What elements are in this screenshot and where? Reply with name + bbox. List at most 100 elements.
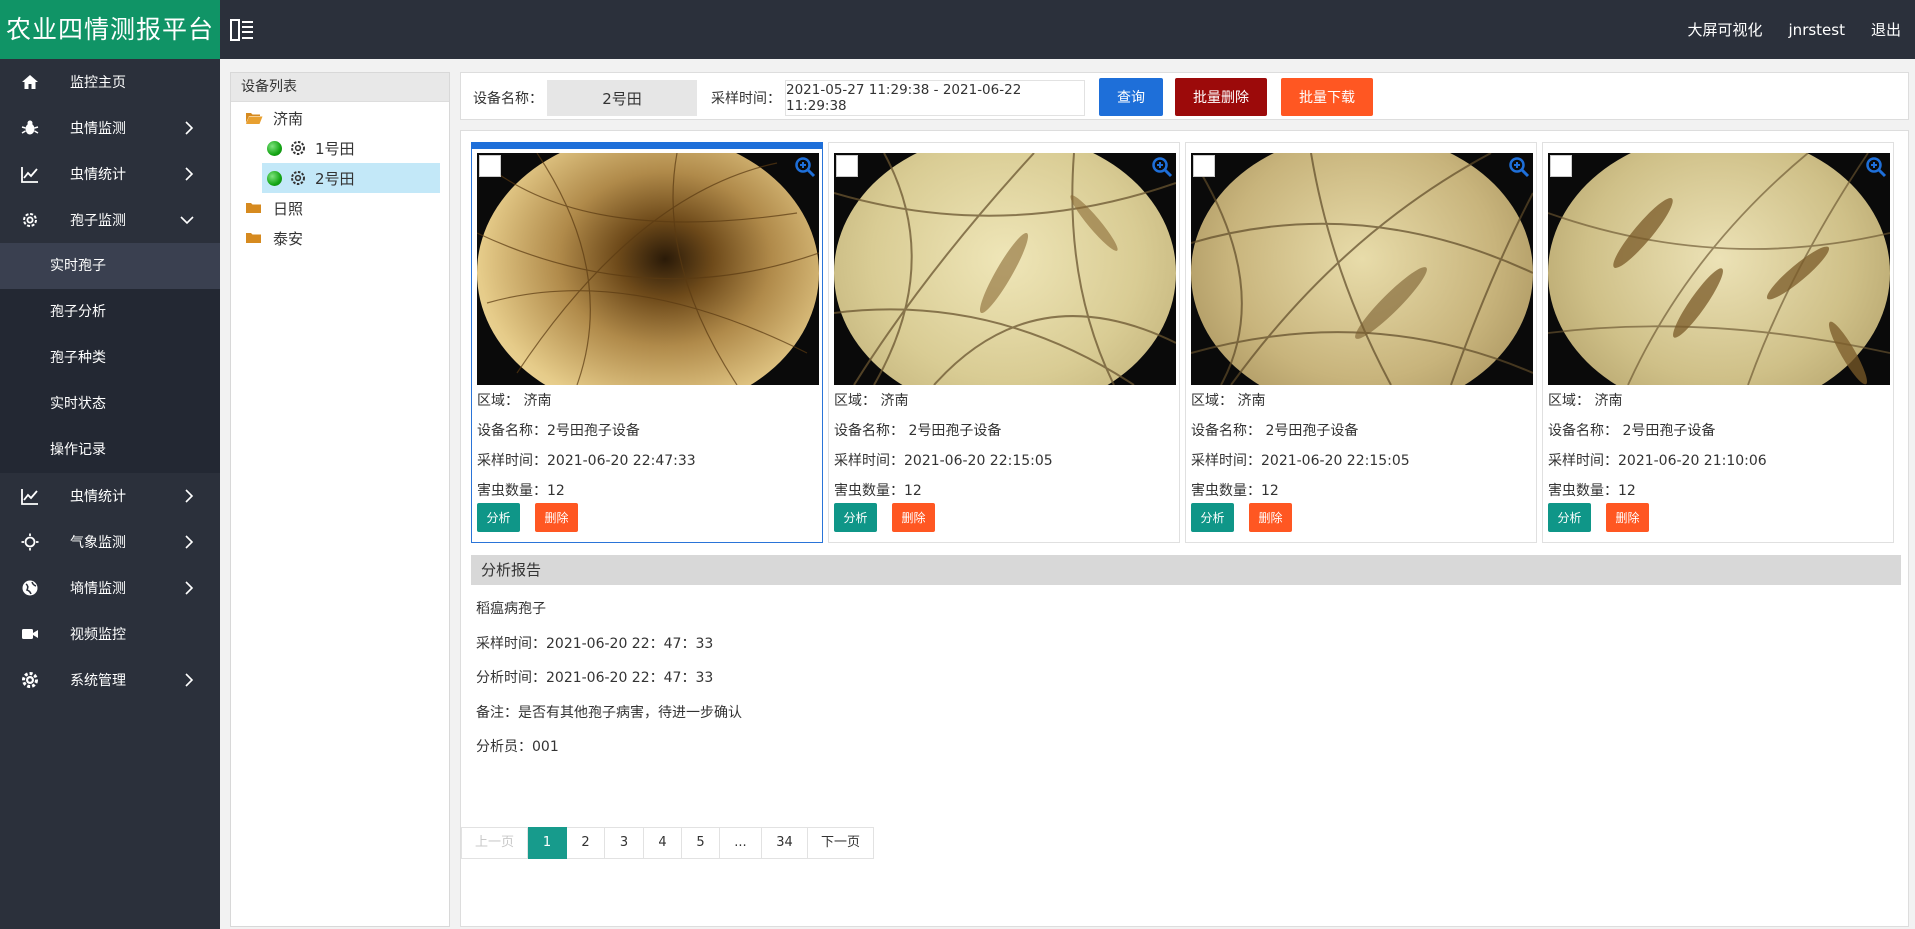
spore-results-panel: 区域： 济南 设备名称：2号田孢子设备 采样时间：2021-06-20 22:4… xyxy=(460,130,1909,927)
spore-fibers xyxy=(834,153,1176,385)
select-checkbox[interactable] xyxy=(836,155,858,177)
sidebar-item-pest-monitor[interactable]: 虫情监测 xyxy=(0,105,220,151)
big-screen-link[interactable]: 大屏可视化 xyxy=(1688,19,1763,40)
sun-icon xyxy=(21,533,39,551)
pagination: 上一页 1 2 3 4 5 ... 34 下一页 xyxy=(461,827,874,859)
folder-icon xyxy=(246,203,261,213)
prev-page-button[interactable]: 上一页 xyxy=(461,827,528,859)
sidebar-subitem-operation-log[interactable]: 操作记录 xyxy=(0,427,220,473)
zoom-in-icon[interactable] xyxy=(1508,156,1530,178)
tree-node-label: 日照 xyxy=(273,199,304,218)
card-region: 区域： 济南 xyxy=(834,393,909,409)
analyze-button[interactable]: 分析 xyxy=(477,503,520,532)
device-gear-icon xyxy=(291,141,305,155)
delete-button[interactable]: 删除 xyxy=(535,503,578,532)
sidebar-item-soil[interactable]: 墒情监测 xyxy=(0,565,220,611)
spore-card[interactable]: 区域： 济南 设备名称：2号田孢子设备 采样时间：2021-06-20 22:4… xyxy=(471,142,823,543)
sidebar-subitem-realtime-spore[interactable]: 实时孢子 xyxy=(0,243,220,289)
sidebar-item-video[interactable]: 视频监控 xyxy=(0,611,220,657)
page-4[interactable]: 4 xyxy=(644,827,682,859)
sidebar-item-system[interactable]: 系统管理 xyxy=(0,657,220,703)
spore-image[interactable] xyxy=(477,153,819,385)
device-name-label: 设备名称： xyxy=(473,91,543,107)
card-pest-count: 害虫数量：12 xyxy=(477,483,565,499)
chevron-right-icon xyxy=(185,489,194,503)
card-region: 区域： 济南 xyxy=(1548,393,1623,409)
tree-node-label: 2号田 xyxy=(315,169,355,188)
sidebar-item-pest-stats-2[interactable]: 虫情统计 xyxy=(0,473,220,519)
spore-fibers xyxy=(1191,153,1533,385)
sidebar-item-label: 视频监控 xyxy=(70,627,126,643)
logout-link[interactable]: 退出 xyxy=(1871,19,1901,40)
tree-region-taian[interactable]: 泰安 xyxy=(231,223,449,253)
select-checkbox[interactable] xyxy=(1550,155,1572,177)
report-remark: 备注：是否有其他孢子病害，待进一步确认 xyxy=(476,705,742,721)
folder-icon xyxy=(246,233,261,243)
sidebar-subitem-spore-types[interactable]: 孢子种类 xyxy=(0,335,220,381)
spore-card[interactable]: 区域： 济南 设备名称： 2号田孢子设备 采样时间：2021-06-20 22:… xyxy=(1185,142,1537,543)
tree-device-2[interactable]: 2号田 xyxy=(262,163,440,193)
page-34[interactable]: 34 xyxy=(762,827,808,859)
sidebar-item-weather[interactable]: 气象监测 xyxy=(0,519,220,565)
header-links: 大屏可视化 jnrstest 退出 xyxy=(1688,0,1915,59)
sidebar-item-spore-monitor[interactable]: 孢子监测 xyxy=(0,197,220,243)
username-link[interactable]: jnrstest xyxy=(1789,21,1845,39)
bug-icon xyxy=(21,120,39,135)
sample-time-label: 采样时间： xyxy=(711,91,781,107)
zoom-in-icon[interactable] xyxy=(1865,156,1887,178)
select-checkbox[interactable] xyxy=(1193,155,1215,177)
sidebar-item-label: 孢子监测 xyxy=(70,213,126,229)
page-5[interactable]: 5 xyxy=(682,827,720,859)
spore-image[interactable] xyxy=(834,153,1176,385)
next-page-button[interactable]: 下一页 xyxy=(808,827,874,859)
chart-line-icon xyxy=(21,489,38,505)
page-3[interactable]: 3 xyxy=(605,827,644,859)
chevron-right-icon xyxy=(185,121,194,135)
spore-image[interactable] xyxy=(1191,153,1533,385)
zoom-in-icon[interactable] xyxy=(794,156,816,178)
delete-button[interactable]: 删除 xyxy=(892,503,935,532)
report-sample-time: 采样时间：2021-06-20 22：47：33 xyxy=(476,636,714,652)
card-pest-count: 害虫数量：12 xyxy=(834,483,922,499)
analyze-button[interactable]: 分析 xyxy=(1191,503,1234,532)
home-icon xyxy=(22,75,38,89)
page-1[interactable]: 1 xyxy=(528,827,567,859)
sidebar-item-label: 系统管理 xyxy=(70,673,126,689)
tree-node-label: 济南 xyxy=(273,109,304,128)
delete-button[interactable]: 删除 xyxy=(1606,503,1649,532)
page-ellipsis: ... xyxy=(720,827,762,859)
app-title: 农业四情测报平台 xyxy=(0,0,220,59)
analyze-button[interactable]: 分析 xyxy=(834,503,877,532)
tree-device-1[interactable]: 1号田 xyxy=(262,133,440,163)
spore-image[interactable] xyxy=(1548,153,1890,385)
card-device: 设备名称： 2号田孢子设备 xyxy=(834,423,1002,439)
page-2[interactable]: 2 xyxy=(567,827,605,859)
batch-delete-button[interactable]: 批量删除 xyxy=(1175,78,1267,116)
sidebar-subitem-spore-analysis[interactable]: 孢子分析 xyxy=(0,289,220,335)
sample-time-range-input[interactable]: 2021-05-27 11:29:38 - 2021-06-22 11:29:3… xyxy=(785,80,1085,116)
query-button[interactable]: 查询 xyxy=(1099,78,1163,116)
select-checkbox[interactable] xyxy=(479,155,501,177)
device-name-field[interactable]: 2号田 xyxy=(547,80,697,116)
sidebar-item-home[interactable]: 监控主页 xyxy=(0,59,220,105)
sidebar-item-pest-stats[interactable]: 虫情统计 xyxy=(0,151,220,197)
analyze-button[interactable]: 分析 xyxy=(1548,503,1591,532)
chevron-right-icon xyxy=(185,673,194,687)
sidebar-item-label: 监控主页 xyxy=(70,75,126,91)
zoom-in-icon[interactable] xyxy=(1151,156,1173,178)
report-analysis-time: 分析时间：2021-06-20 22：47：33 xyxy=(476,670,714,686)
sidebar-subitem-realtime-status[interactable]: 实时状态 xyxy=(0,381,220,427)
batch-download-button[interactable]: 批量下载 xyxy=(1281,78,1373,116)
sidebar-item-label: 虫情统计 xyxy=(70,489,126,505)
delete-button[interactable]: 删除 xyxy=(1249,503,1292,532)
card-pest-count: 害虫数量：12 xyxy=(1191,483,1279,499)
tree-region-jinan[interactable]: 济南 xyxy=(231,103,449,133)
chevron-down-icon xyxy=(180,216,194,225)
sidebar-item-label: 虫情统计 xyxy=(70,167,126,183)
tree-region-rizhao[interactable]: 日照 xyxy=(231,193,449,223)
spore-card[interactable]: 区域： 济南 设备名称： 2号田孢子设备 采样时间：2021-06-20 21:… xyxy=(1542,142,1894,543)
menu-toggle-icon[interactable] xyxy=(230,19,254,41)
spore-card[interactable]: 区域： 济南 设备名称： 2号田孢子设备 采样时间：2021-06-20 22:… xyxy=(828,142,1180,543)
card-sample-time: 采样时间：2021-06-20 22:15:05 xyxy=(834,453,1053,469)
sidebar-subnav: 实时孢子 孢子分析 孢子种类 实时状态 操作记录 xyxy=(0,243,220,473)
